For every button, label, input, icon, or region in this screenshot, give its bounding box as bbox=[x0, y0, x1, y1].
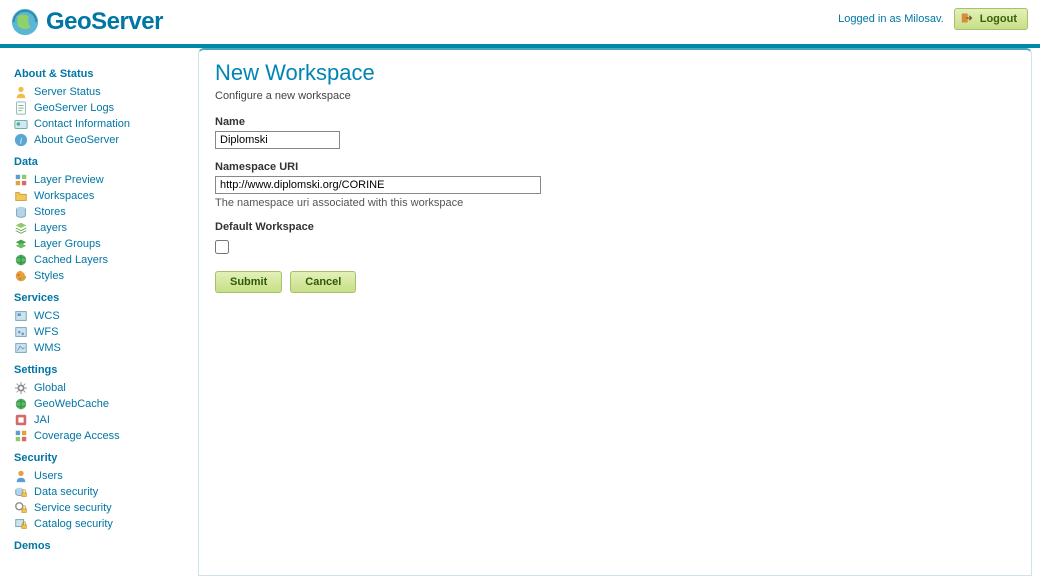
sidebar-link[interactable]: Layer Preview bbox=[34, 174, 104, 186]
sidebar-link[interactable]: Users bbox=[34, 470, 63, 482]
sidebar-link[interactable]: Global bbox=[34, 382, 66, 394]
sidebar-item-data-security[interactable]: Data security bbox=[14, 484, 190, 500]
submit-button[interactable]: Submit bbox=[215, 271, 282, 293]
sidebar-section-settings: Settings bbox=[14, 364, 190, 376]
logo[interactable]: GeoServer bbox=[10, 7, 163, 37]
sidebar-item-users[interactable]: Users bbox=[14, 468, 190, 484]
sidebar-item-wms[interactable]: WMS bbox=[14, 340, 190, 356]
palette-icon bbox=[14, 269, 28, 283]
header: GeoServer Logged in as Milosav. Logout bbox=[0, 0, 1040, 48]
layers-green-icon bbox=[14, 237, 28, 251]
sidebar-link[interactable]: Layers bbox=[34, 222, 67, 234]
default-workspace-label: Default Workspace bbox=[215, 221, 1015, 233]
sidebar-link[interactable]: WCS bbox=[34, 310, 60, 322]
sidebar-link[interactable]: JAI bbox=[34, 414, 50, 426]
sidebar-link[interactable]: GeoServer Logs bbox=[34, 102, 114, 114]
sidebar-item-layer-groups[interactable]: Layer Groups bbox=[14, 236, 190, 252]
sidebar-section-demos: Demos bbox=[14, 540, 190, 552]
sidebar-item-layer-preview[interactable]: Layer Preview bbox=[14, 172, 190, 188]
sidebar-link[interactable]: Server Status bbox=[34, 86, 101, 98]
sidebar-link[interactable]: Contact Information bbox=[34, 118, 130, 130]
folder-icon bbox=[14, 189, 28, 203]
gear-icon bbox=[14, 381, 28, 395]
lock-service-icon bbox=[14, 501, 28, 515]
globe-green-icon bbox=[14, 253, 28, 267]
sidebar-link[interactable]: Catalog security bbox=[34, 518, 113, 530]
sidebar-link[interactable]: Stores bbox=[34, 206, 66, 218]
globe-logo-icon bbox=[10, 7, 40, 37]
user-icon bbox=[14, 469, 28, 483]
sidebar-item-catalog-security[interactable]: Catalog security bbox=[14, 516, 190, 532]
page-title: New Workspace bbox=[215, 60, 1015, 86]
logo-text: GeoServer bbox=[46, 8, 163, 36]
sidebar-item-cached-layers[interactable]: Cached Layers bbox=[14, 252, 190, 268]
sidebar: About & Status Server Status GeoServer L… bbox=[0, 48, 198, 576]
sidebar-item-server-status[interactable]: Server Status bbox=[14, 84, 190, 100]
sidebar-item-gwc[interactable]: GeoWebCache bbox=[14, 396, 190, 412]
logout-label: Logout bbox=[980, 13, 1017, 25]
sidebar-link[interactable]: Workspaces bbox=[34, 190, 94, 202]
name-field-block: Name bbox=[215, 116, 1015, 149]
sidebar-item-layers[interactable]: Layers bbox=[14, 220, 190, 236]
wms-icon bbox=[14, 341, 28, 355]
globe-green-icon bbox=[14, 397, 28, 411]
cancel-button[interactable]: Cancel bbox=[290, 271, 356, 293]
coverage-icon bbox=[14, 429, 28, 443]
sidebar-item-wcs[interactable]: WCS bbox=[14, 308, 190, 324]
sidebar-item-jai[interactable]: JAI bbox=[14, 412, 190, 428]
header-right: Logged in as Milosav. Logout bbox=[838, 8, 1028, 30]
sidebar-item-coverage-access[interactable]: Coverage Access bbox=[14, 428, 190, 444]
sidebar-link[interactable]: Cached Layers bbox=[34, 254, 108, 266]
lock-data-icon bbox=[14, 485, 28, 499]
logout-button[interactable]: Logout bbox=[954, 8, 1028, 30]
card-icon bbox=[14, 117, 28, 131]
sidebar-link[interactable]: WFS bbox=[34, 326, 58, 338]
namespace-label: Namespace URI bbox=[215, 161, 1015, 173]
sidebar-item-stores[interactable]: Stores bbox=[14, 204, 190, 220]
sidebar-section-about: About & Status bbox=[14, 68, 190, 80]
info-person-icon bbox=[14, 85, 28, 99]
logout-icon bbox=[961, 12, 975, 26]
default-workspace-block: Default Workspace bbox=[215, 221, 1015, 257]
lock-catalog-icon bbox=[14, 517, 28, 531]
namespace-input[interactable] bbox=[215, 176, 541, 194]
sidebar-item-styles[interactable]: Styles bbox=[14, 268, 190, 284]
jai-icon bbox=[14, 413, 28, 427]
sidebar-section-security: Security bbox=[14, 452, 190, 464]
wfs-icon bbox=[14, 325, 28, 339]
main-panel: New Workspace Configure a new workspace … bbox=[198, 48, 1032, 576]
page-description: Configure a new workspace bbox=[215, 90, 1015, 102]
sidebar-section-services: Services bbox=[14, 292, 190, 304]
button-row: Submit Cancel bbox=[215, 271, 1015, 293]
name-label: Name bbox=[215, 116, 1015, 128]
sidebar-link[interactable]: Data security bbox=[34, 486, 98, 498]
db-icon bbox=[14, 205, 28, 219]
sidebar-link[interactable]: Coverage Access bbox=[34, 430, 120, 442]
sidebar-link[interactable]: GeoWebCache bbox=[34, 398, 109, 410]
sidebar-item-contact[interactable]: Contact Information bbox=[14, 116, 190, 132]
sidebar-link[interactable]: Service security bbox=[34, 502, 112, 514]
sidebar-item-wfs[interactable]: WFS bbox=[14, 324, 190, 340]
logged-in-text: Logged in as Milosav. bbox=[838, 13, 944, 25]
sidebar-link[interactable]: Layer Groups bbox=[34, 238, 101, 250]
sidebar-item-workspaces[interactable]: Workspaces bbox=[14, 188, 190, 204]
wcs-icon bbox=[14, 309, 28, 323]
sidebar-item-service-security[interactable]: Service security bbox=[14, 500, 190, 516]
sidebar-item-about[interactable]: i About GeoServer bbox=[14, 132, 190, 148]
sidebar-link[interactable]: About GeoServer bbox=[34, 134, 119, 146]
stack-icon bbox=[14, 221, 28, 235]
info-circle-icon: i bbox=[14, 133, 28, 147]
name-input[interactable] bbox=[215, 131, 340, 149]
namespace-field-block: Namespace URI The namespace uri associat… bbox=[215, 161, 1015, 209]
doc-lines-icon bbox=[14, 101, 28, 115]
sidebar-item-global[interactable]: Global bbox=[14, 380, 190, 396]
default-workspace-checkbox[interactable] bbox=[215, 240, 229, 254]
sidebar-link[interactable]: WMS bbox=[34, 342, 61, 354]
sidebar-section-data: Data bbox=[14, 156, 190, 168]
grid-icon bbox=[14, 173, 28, 187]
namespace-help-text: The namespace uri associated with this w… bbox=[215, 197, 1015, 209]
sidebar-item-logs[interactable]: GeoServer Logs bbox=[14, 100, 190, 116]
sidebar-link[interactable]: Styles bbox=[34, 270, 64, 282]
